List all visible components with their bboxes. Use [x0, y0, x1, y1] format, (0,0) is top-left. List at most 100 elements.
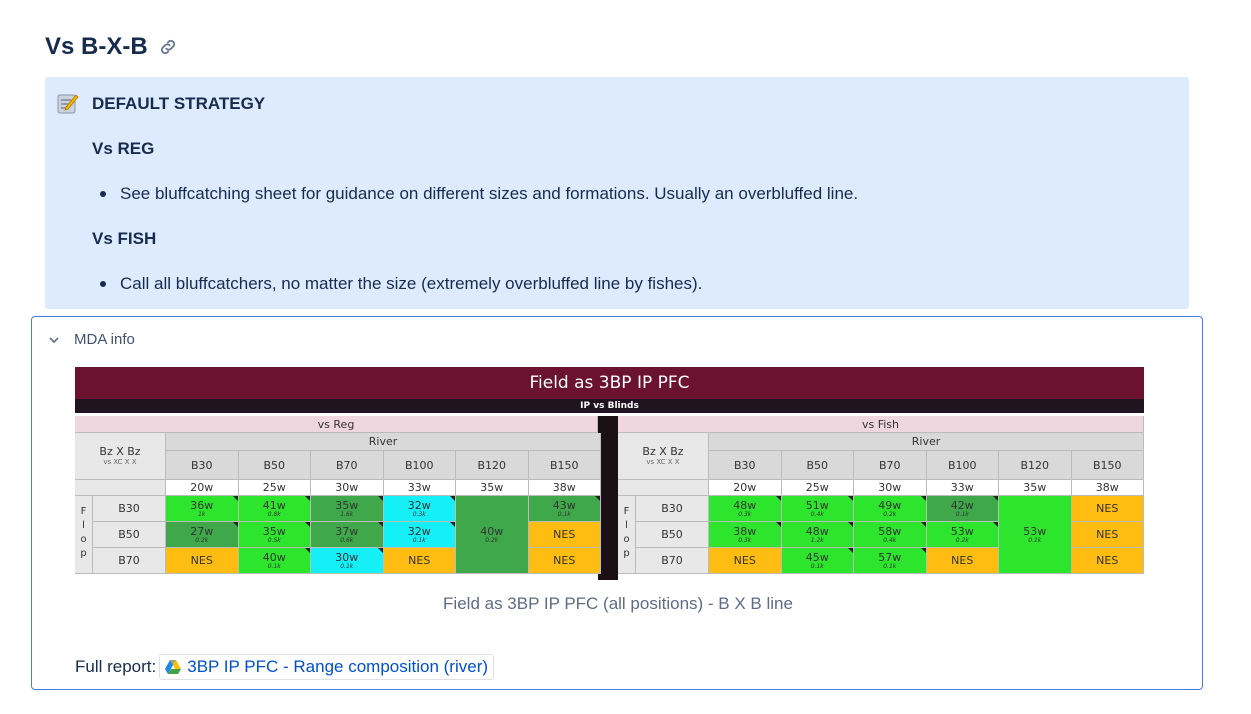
data-cell: NES	[528, 548, 601, 574]
corner-subtitle: vs XC X X	[103, 458, 137, 466]
cell-value: 53w	[1023, 524, 1047, 538]
cell-value: NES	[733, 554, 756, 567]
page-title: Vs B-X-B	[45, 33, 148, 60]
report-link-text: 3BP IP PFC - Range composition (river)	[187, 657, 489, 676]
cell-sample: 0.1k	[267, 562, 281, 570]
cell-sample: 0.8k	[267, 510, 281, 518]
width-label: 30w	[854, 480, 927, 496]
data-cell: 35w 0.5k	[238, 522, 311, 548]
cell-sample: 0.1k	[955, 510, 969, 518]
list-item: See bluffcatching sheet for guidance on …	[100, 184, 858, 204]
cell-value: 48w	[733, 498, 757, 512]
column-header: B120	[456, 451, 529, 480]
page-heading: Vs B-X-B	[45, 30, 179, 64]
corner-blank	[618, 480, 709, 496]
corner-subtitle: vs XC X X	[646, 458, 680, 466]
panel-header: vs Fish	[618, 416, 1144, 433]
cell-value: NES	[408, 554, 431, 567]
cell-value: NES	[1096, 554, 1119, 567]
flop-letter: F	[623, 505, 630, 517]
cell-sample: 0.5k	[267, 536, 281, 544]
cell-value: NES	[951, 554, 974, 567]
cell-value: 42w	[950, 498, 974, 512]
data-cell: 32w 0.3k	[383, 496, 456, 522]
cell-sample: 0.2k	[883, 510, 897, 518]
column-header: B150	[528, 451, 601, 480]
column-header: B50	[781, 451, 854, 480]
cell-sample: 0.3k	[738, 536, 752, 544]
flop-letter: l	[625, 519, 628, 531]
corner-title: Bz X Bz	[642, 445, 684, 458]
vs-fish-text: Call all bluffcatchers, no matter the si…	[120, 274, 703, 293]
corner-title: Bz X Bz	[99, 445, 141, 458]
cell-sample: 0.1k	[412, 536, 426, 544]
data-cell: 48w 0.3k	[709, 496, 782, 522]
panel-title: DEFAULT STRATEGY	[92, 94, 266, 113]
flop-letter: p	[80, 547, 87, 559]
column-header: B120	[999, 451, 1072, 480]
cell-sample: 0.4k	[810, 510, 824, 518]
data-cell: 45w 0.1k	[781, 548, 854, 574]
width-label: 30w	[311, 480, 384, 496]
column-header: B70	[854, 451, 927, 480]
data-cell: 41w 0.8k	[238, 496, 311, 522]
data-cell: 37w 0.6k	[311, 522, 384, 548]
bullet-dot	[100, 281, 106, 287]
column-header: B150	[1071, 451, 1144, 480]
panel-header: vs Reg	[75, 416, 598, 433]
width-label: 25w	[238, 480, 311, 496]
cell-value: 41w	[262, 498, 286, 512]
cell-value: NES	[1096, 502, 1119, 515]
report-link[interactable]: 3BP IP PFC - Range composition (river)	[159, 654, 495, 680]
cell-value: 35w	[335, 498, 359, 512]
cell-sample: 0.2k	[195, 536, 209, 544]
width-label: 20w	[709, 480, 782, 496]
width-label: 25w	[781, 480, 854, 496]
full-report: Full report: 3BP IP PFC - Range composit…	[75, 654, 495, 680]
image-caption: Field as 3BP IP PFC (all positions) - B …	[443, 594, 793, 613]
data-cell: 48w 1.2k	[781, 522, 854, 548]
chart-subtitle: IP vs Blinds	[75, 399, 1144, 413]
link-icon[interactable]	[157, 36, 179, 58]
cell-value: 43w	[552, 498, 576, 512]
report-label: Full report:	[75, 657, 157, 676]
data-cell: 57w 0.1k	[854, 548, 927, 574]
note-icon	[57, 93, 79, 115]
column-header: B100	[926, 451, 999, 480]
chart-title: Field as 3BP IP PFC	[75, 367, 1144, 399]
data-cell: NES	[1071, 522, 1144, 548]
cell-value: 53w	[950, 524, 974, 538]
cell-sample: 0.1k	[1028, 536, 1042, 544]
cell-value: 45w	[805, 550, 829, 564]
cell-sample: 0.4k	[883, 536, 897, 544]
width-label: 33w	[926, 480, 999, 496]
cell-value: 51w	[805, 498, 829, 512]
data-cell: NES	[1071, 496, 1144, 522]
flop-letter: F	[80, 505, 87, 517]
cell-value: 35w	[262, 524, 286, 538]
row-header: B30	[636, 496, 709, 522]
row-header: B70	[93, 548, 166, 574]
cell-value: 30w	[335, 550, 359, 564]
row-header: B50	[93, 522, 166, 548]
data-cell: 27w 0.2k	[166, 522, 239, 548]
row-header: B50	[636, 522, 709, 548]
data-cell: 40w 0.1k	[238, 548, 311, 574]
cell-value: 40w	[262, 550, 286, 564]
cell-sample: 0.1k	[557, 510, 571, 518]
width-label: 35w	[456, 480, 529, 496]
cell-value: 32w	[407, 524, 431, 538]
river-header: River	[709, 433, 1144, 451]
flop-letter: o	[80, 533, 87, 545]
row-header: B70	[636, 548, 709, 574]
corner-label: Bz X Bz vs XC X X	[75, 433, 166, 480]
data-cell: 40w 0.2k	[456, 496, 529, 574]
data-cell: 35w 1.6k	[311, 496, 384, 522]
cell-sample: 1.2k	[810, 536, 824, 544]
data-cell: 53w 0.1k	[999, 496, 1072, 574]
expand-toggle[interactable]: MDA info	[48, 331, 135, 348]
data-cell: 58w 0.4k	[854, 522, 927, 548]
cell-sample: 1.6k	[340, 510, 354, 518]
cell-value: 36w	[190, 498, 214, 512]
width-label: 33w	[383, 480, 456, 496]
